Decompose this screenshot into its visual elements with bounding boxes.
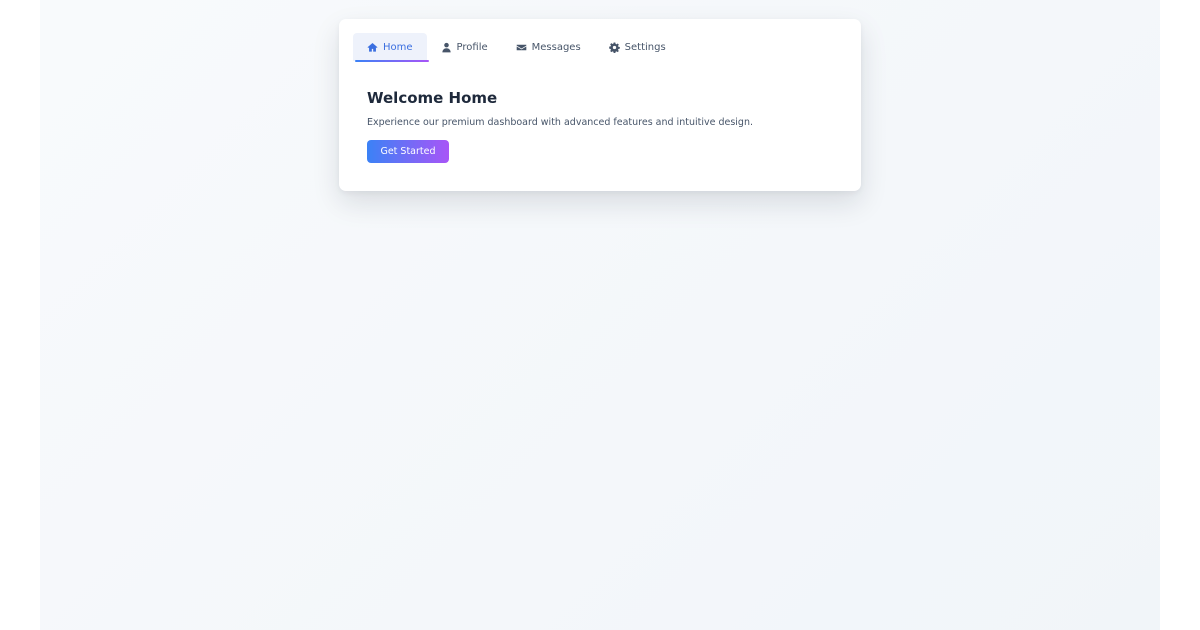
get-started-button[interactable]: Get Started bbox=[367, 140, 449, 163]
tab-label: Messages bbox=[531, 41, 581, 53]
tab-label: Settings bbox=[624, 41, 666, 53]
tab-home[interactable]: Home bbox=[353, 33, 429, 62]
panel-description: Experience our premium dashboard with ad… bbox=[367, 117, 753, 128]
home-icon bbox=[367, 42, 378, 53]
tab-messages[interactable]: Messages bbox=[502, 33, 595, 61]
tab-profile[interactable]: Profile bbox=[427, 33, 502, 61]
tab-bar: Home Profile Messages Settings bbox=[353, 33, 680, 62]
tab-panel-home: Welcome Home Experience our premium dash… bbox=[367, 89, 833, 163]
tab-label: Home bbox=[383, 41, 413, 53]
panel-title: Welcome Home bbox=[367, 89, 498, 107]
tab-settings[interactable]: Settings bbox=[595, 33, 680, 61]
page-background: Home Profile Messages Settings Welcome H… bbox=[40, 0, 1160, 630]
tab-label: Profile bbox=[456, 41, 488, 53]
user-icon bbox=[441, 42, 452, 53]
gear-icon bbox=[608, 42, 620, 53]
tab-card: Home Profile Messages Settings Welcome H… bbox=[339, 19, 861, 191]
envelope-icon bbox=[516, 42, 527, 53]
